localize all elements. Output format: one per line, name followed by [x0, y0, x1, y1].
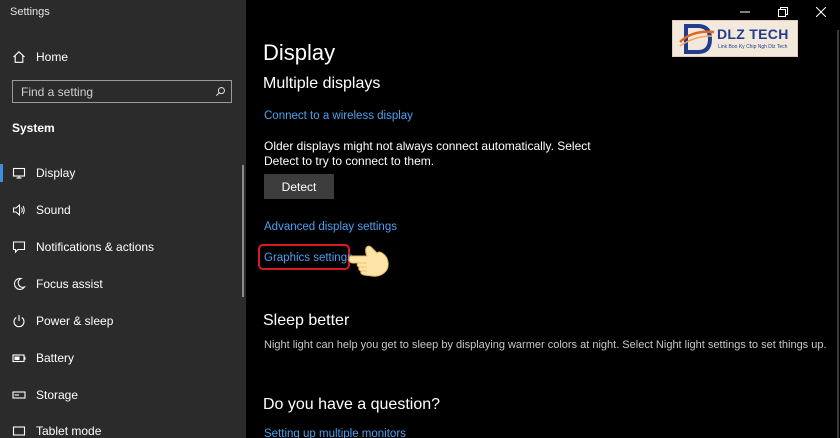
close-icon [816, 7, 826, 17]
sidebar-item-label: Notifications & actions [36, 240, 155, 254]
home-icon [12, 50, 26, 64]
advanced-display-settings-link[interactable]: Advanced display settings [264, 221, 397, 233]
main-content: Display Multiple displays Connect to a w… [246, 0, 840, 438]
sidebar-item-sound[interactable]: Sound [0, 195, 240, 225]
restore-icon [778, 7, 788, 17]
sidebar-item-label: Battery [36, 351, 75, 365]
sidebar-item-label: Storage [36, 388, 79, 402]
search-input[interactable] [13, 80, 209, 103]
main-scrollbar[interactable] [837, 30, 839, 438]
search-box[interactable] [12, 80, 232, 103]
sidebar-item-notifications[interactable]: Notifications & actions [0, 232, 240, 262]
notification-icon [12, 240, 26, 254]
battery-icon [12, 351, 26, 365]
sidebar-item-label: Power & sleep [36, 314, 114, 328]
monitor-icon [12, 166, 26, 180]
watermark-tagline: Link Boo Ky Chip Ngh Dlz Tech [718, 44, 788, 50]
watermark-brand: DLZ TECH [717, 26, 789, 42]
wireless-display-link[interactable]: Connect to a wireless display [264, 110, 413, 122]
brand-watermark: DLZ TECH Link Boo Ky Chip Ngh Dlz Tech [672, 20, 798, 57]
tablet-icon [12, 424, 26, 438]
sidebar-item-storage[interactable]: Storage [0, 380, 240, 410]
window-title: Settings [10, 6, 50, 18]
sleep-better-heading: Sleep better [263, 312, 350, 329]
search-icon[interactable] [209, 86, 231, 97]
dlz-logo-icon [679, 24, 715, 54]
page-title: Display [263, 40, 336, 65]
question-heading: Do you have a question? [263, 396, 441, 413]
close-button[interactable] [802, 0, 840, 24]
moon-icon [12, 277, 26, 291]
sidebar-scrollbar[interactable] [242, 165, 244, 297]
sidebar-section-label: System [12, 121, 55, 135]
power-icon [12, 314, 26, 328]
home-nav-item[interactable]: Home [0, 44, 246, 70]
sidebar-item-focus-assist[interactable]: Focus assist [0, 269, 240, 299]
sidebar-item-label: Tablet mode [36, 424, 102, 438]
home-label: Home [36, 50, 69, 64]
multiple-monitors-link[interactable]: Setting up multiple monitors [264, 428, 406, 438]
pointing-hand-icon [348, 245, 389, 277]
sidebar-item-power-sleep[interactable]: Power & sleep [0, 306, 240, 336]
older-displays-description: Older displays might not always connect … [264, 139, 591, 168]
multiple-displays-heading: Multiple displays [263, 75, 381, 92]
sidebar-item-label: Focus assist [36, 277, 103, 291]
sidebar-item-label: Display [36, 166, 76, 180]
sidebar-item-display[interactable]: Display [0, 158, 240, 188]
detect-button[interactable]: Detect [264, 174, 334, 199]
sidebar-item-tablet-mode[interactable]: Tablet mode [0, 416, 240, 438]
sleep-better-description: Night light can help you get to sleep by… [264, 339, 827, 351]
speaker-icon [12, 203, 26, 217]
graphics-settings-link[interactable]: Graphics settings [264, 252, 353, 264]
storage-icon [12, 388, 26, 402]
sidebar: Settings Home System Display Sound Notif… [0, 0, 246, 438]
sidebar-item-label: Sound [36, 203, 71, 217]
minimize-icon [740, 11, 750, 13]
sidebar-item-battery[interactable]: Battery [0, 343, 240, 373]
